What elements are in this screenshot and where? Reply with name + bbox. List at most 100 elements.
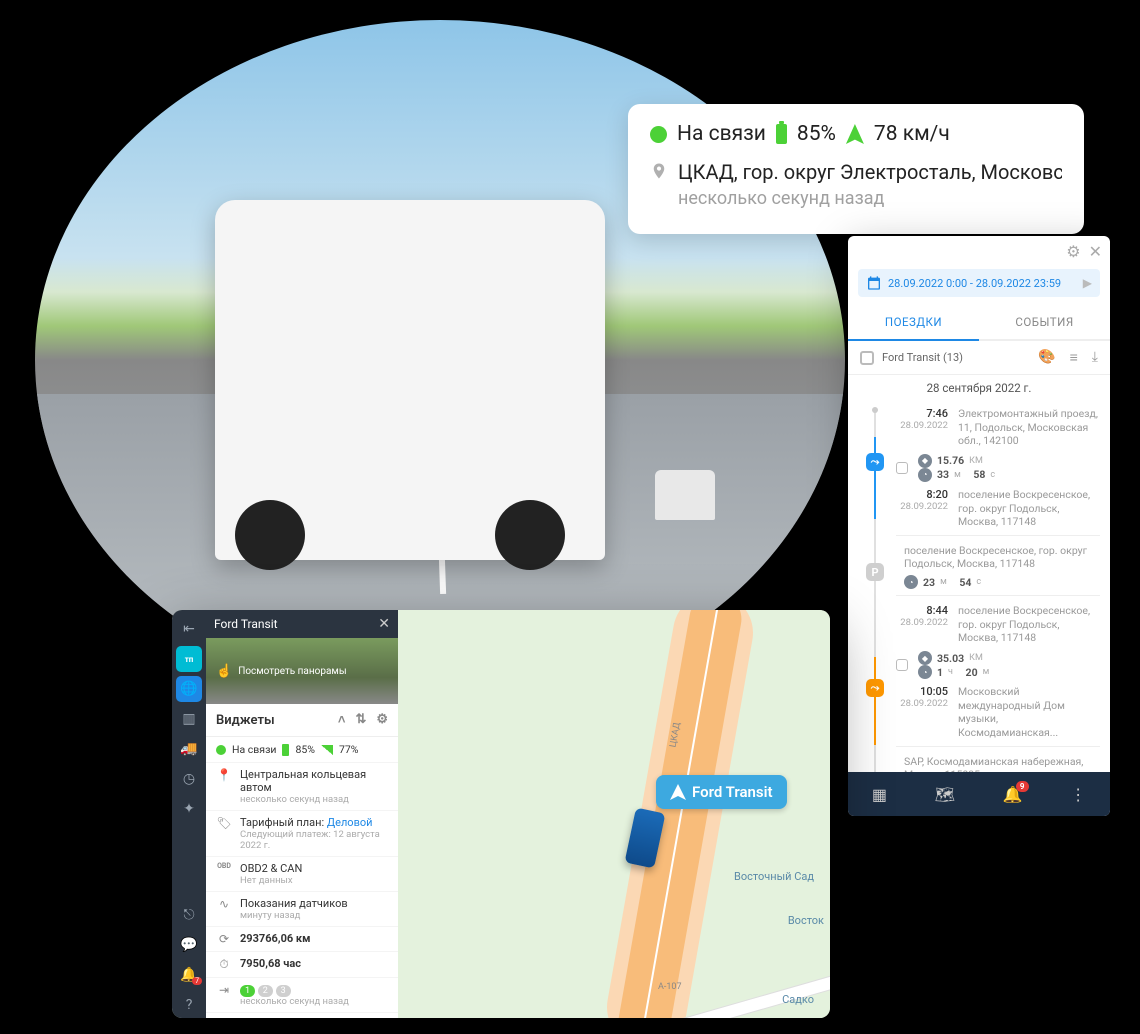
tab-events[interactable]: СОБЫТИЯ <box>979 305 1110 339</box>
distance: 35.03 <box>937 652 964 665</box>
nav-help-icon[interactable]: ? <box>176 992 202 1018</box>
trip-checkbox[interactable] <box>896 659 908 671</box>
distance: 15.76 <box>937 454 964 467</box>
timeline-segment-1 <box>874 437 876 519</box>
duration-s: 58 <box>973 468 985 481</box>
trip-start[interactable]: 8:4428.09.2022 поселение Воскресенское, … <box>896 602 1100 647</box>
panorama-preview[interactable]: ☝ Посмотреть панорамы <box>206 638 398 704</box>
trips-timeline[interactable]: ⤳ P ⤳ P 7:4628.09.2022 Электромонтажный … <box>848 401 1110 772</box>
date: 28.09.2022 <box>896 501 948 512</box>
tab-trips[interactable]: ПОЕЗДКИ <box>848 305 979 341</box>
select-all-checkbox[interactable] <box>860 351 874 365</box>
address-row: ЦКАД, гор. округ Электросталь, Московск … <box>650 160 1062 209</box>
nav-globe-icon[interactable]: 🌐 <box>176 676 202 702</box>
nav-bell-icon[interactable]: 🔔9 <box>1003 785 1023 804</box>
highway <box>601 610 760 1018</box>
date: 28.09.2022 <box>896 617 948 628</box>
nav-fleet-icon[interactable]: 🚚 <box>176 736 202 762</box>
widget-sub: Нет данных <box>240 875 388 886</box>
widget-odometer[interactable]: ⟳293766,06 км <box>206 927 398 952</box>
palette-icon[interactable]: 🎨 <box>1038 349 1055 366</box>
separator <box>896 746 1100 747</box>
close-icon[interactable]: ✕ <box>378 616 390 632</box>
address: Московский международный Дом музыки, Кос… <box>958 685 1100 740</box>
list-header: Ford Transit (13) 🎨 ≡ ⤓ <box>848 341 1110 375</box>
address: Электромонтажный проезд, 11, Подольск, М… <box>958 407 1100 448</box>
close-icon[interactable]: ✕ <box>1089 242 1102 261</box>
reorder-icon[interactable]: ⇅ <box>355 712 366 728</box>
parking-node-icon[interactable]: P <box>866 563 884 581</box>
battery-icon <box>282 744 289 756</box>
hours-value: 7950,68 час <box>240 957 301 970</box>
map[interactable]: ЦКАД A-107 Восточный Сад Восток Садко Fo… <box>398 610 830 1018</box>
collapse-icon[interactable]: ⇤ <box>176 616 202 642</box>
list-view-icon[interactable]: ≡ <box>1070 349 1078 366</box>
trip-end[interactable]: 10:0528.09.2022 Московский международный… <box>896 683 1100 742</box>
widget-obd[interactable]: OBDOBD2 & CANНет данных <box>206 857 398 892</box>
widget-sub: несколько секунд назад <box>240 996 388 1007</box>
address: поселение Воскресенское, гор. округ Подо… <box>958 488 1100 529</box>
widget-hours[interactable]: ⏱7950,68 час <box>206 952 398 978</box>
dist-unit: КМ <box>969 653 983 663</box>
widget-inputs[interactable]: ⇥1 2 3несколько секунд назад <box>206 978 398 1013</box>
widget-tariff[interactable]: 🏷Тарифный план: ДеловойСледующий платеж:… <box>206 811 398 857</box>
distance-icon: ◆ <box>918 651 932 665</box>
place-label: Садко <box>782 993 814 1006</box>
nav-reports-icon[interactable]: ▥ <box>176 706 202 732</box>
battery-value: 85% <box>797 122 836 146</box>
odometer-icon: ⟳ <box>216 932 232 946</box>
separator <box>896 535 1100 536</box>
bottom-nav: ▦ 🗺 🔔9 ⋮ <box>848 772 1110 816</box>
nav-dashboard-icon[interactable]: ▦ <box>872 785 887 804</box>
timeline-segment-2 <box>874 657 876 745</box>
nav-map-icon[interactable]: 🗺 <box>935 785 955 804</box>
gear-icon[interactable]: ⚙ <box>376 712 388 728</box>
nav-time-icon[interactable]: ◷ <box>176 766 202 792</box>
widget-location[interactable]: 📍Центральная кольцевая автомнесколько се… <box>206 763 398 811</box>
van-graphic <box>215 200 605 560</box>
time: 8:44 <box>926 604 948 617</box>
nav-plugins-icon[interactable]: ✦ <box>176 796 202 822</box>
widget-sensors[interactable]: ∿Показания датчиковминуту назад <box>206 892 398 927</box>
download-icon[interactable]: ⤓ <box>1092 349 1098 366</box>
collapse-icon[interactable]: ˄ <box>338 712 346 728</box>
widget-outputs[interactable]: ⇤Выходынесколько секунд назад <box>206 1013 398 1018</box>
wave-icon: ∿ <box>216 897 232 911</box>
online-dot-icon <box>650 126 667 143</box>
trips-tabs: ПОЕЗДКИ СОБЫТИЯ <box>848 305 1110 341</box>
trip-end[interactable]: 8:2028.09.2022 поселение Воскресенское, … <box>896 486 1100 531</box>
trip-metrics-row: ◆35.03КМ ◔1ч 20м <box>896 649 1100 681</box>
date-range-picker[interactable]: 28.09.2022 0:00 - 28.09.2022 23:59 ▶ <box>858 269 1100 297</box>
widget-sub: несколько секунд назад <box>240 794 388 805</box>
widgets-title: Виджеты <box>216 713 275 728</box>
trip-node-icon[interactable]: ⤳ <box>866 453 884 471</box>
parking-address[interactable]: SAP, Космодамианская набережная, Москва … <box>904 753 1100 772</box>
nav-arrow-icon <box>670 784 686 800</box>
address: поселение Воскресенское, гор. округ Подо… <box>958 604 1100 645</box>
badge: 9 <box>1016 781 1029 792</box>
nav-exit-icon[interactable]: ⎋ <box>176 902 202 928</box>
settings-gear-icon[interactable]: ⚙ <box>1066 242 1080 261</box>
vehicle-title: Ford Transit <box>214 617 278 631</box>
tariff-link[interactable]: Деловой <box>327 816 373 829</box>
vehicle-status-tooltip: На связи 85% 78 км/ч ЦКАД, гор. округ Эл… <box>628 104 1084 234</box>
parking-address[interactable]: поселение Воскресенское, гор. округ Подо… <box>904 542 1100 575</box>
place-label: Восток <box>788 914 824 927</box>
side-nav: ⇤ тп 🌐 ▥ 🚚 ◷ ✦ ⎋ 💬 🔔7 ? <box>172 610 206 1018</box>
road-label: A-107 <box>658 982 682 992</box>
nav-chat-icon[interactable]: 💬 <box>176 932 202 958</box>
tag-icon: 🏷 <box>216 816 232 830</box>
nav-tp[interactable]: тп <box>176 646 202 672</box>
nav-more-icon[interactable]: ⋮ <box>1070 785 1086 804</box>
obd-icon: OBD <box>216 862 232 870</box>
dist-unit: КМ <box>969 456 983 466</box>
trip-checkbox[interactable] <box>896 462 908 474</box>
trip-start[interactable]: 7:4628.09.2022 Электромонтажный проезд, … <box>896 405 1100 450</box>
duration-m: 20 <box>966 666 978 679</box>
marker-label: Ford Transit <box>692 783 773 801</box>
vehicle-label-marker[interactable]: Ford Transit <box>656 775 787 809</box>
trip-node-icon[interactable]: ⤳ <box>866 679 884 697</box>
play-icon[interactable]: ▶ <box>1083 276 1092 290</box>
status-mini: На связи 85% 77% <box>206 737 398 763</box>
nav-bell-icon[interactable]: 🔔7 <box>176 962 202 988</box>
